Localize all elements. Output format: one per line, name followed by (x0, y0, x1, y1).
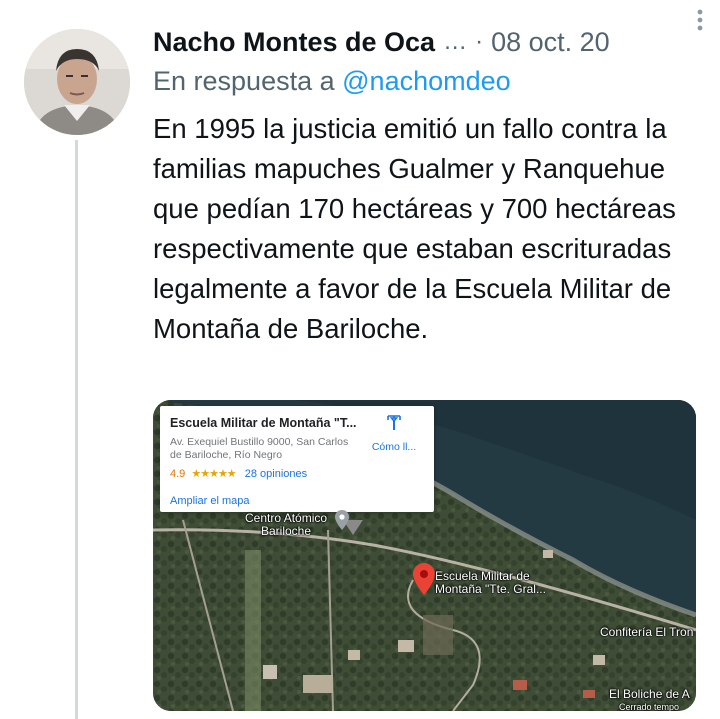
map-info-card: Escuela Militar de Montaña "T... Av. Exe… (160, 406, 434, 512)
directions-button[interactable]: Cómo ll... (368, 414, 420, 453)
reviews-link[interactable]: 28 opiniones (245, 468, 307, 480)
more-vertical-icon (697, 9, 703, 31)
separator-dot: · (475, 28, 484, 55)
map-label-centro-atomico: Centro Atómico Bariloche (245, 511, 328, 538)
map-pin-icon[interactable] (413, 563, 435, 595)
directions-icon (387, 415, 401, 430)
reply-handle-link[interactable]: @nachomdeo (342, 66, 511, 96)
map-label-confiteria: Confitería El Tron (600, 625, 694, 639)
avatar[interactable] (24, 29, 130, 135)
place-marker-icon (335, 510, 349, 530)
map-label-boliche: El Boliche de A (609, 687, 690, 701)
rating-value: 4.9 (170, 468, 186, 480)
avatar-image (24, 29, 130, 135)
author-name[interactable]: Nacho Montes de Oca (153, 27, 435, 58)
tweet-date[interactable]: 08 oct. 20 (491, 27, 610, 58)
tweet-text: En 1995 la justicia emitió un fallo cont… (153, 113, 676, 344)
reply-context: En respuesta a @nachomdeo (153, 66, 511, 97)
map-label-escuela: Escuela Militar de Montaña "Tte. Gral... (435, 569, 546, 596)
place-title[interactable]: Escuela Militar de Montaña "T... (170, 416, 357, 430)
place-address: Av. Exequiel Bustillo 9000, San Carlos d… (170, 436, 349, 461)
name-truncation: … (443, 28, 468, 55)
enlarge-map-link[interactable]: Ampliar el mapa (170, 495, 249, 507)
place-rating: 4.9 ★★★★★ 28 opiniones (170, 467, 307, 480)
reply-prefix: En respuesta a (153, 66, 335, 96)
tweet-header: Nacho Montes de Oca … · 08 oct. 20 (153, 22, 713, 62)
map-label-boliche-status: Cerrado tempo (619, 702, 680, 711)
map-image[interactable]: Escuela Militar de Montaña "T... Av. Exe… (153, 400, 696, 711)
more-options-button[interactable] (686, 6, 714, 34)
thread-line (75, 140, 78, 719)
rating-stars: ★★★★★ (191, 468, 236, 480)
directions-label: Cómo ll... (371, 441, 417, 453)
